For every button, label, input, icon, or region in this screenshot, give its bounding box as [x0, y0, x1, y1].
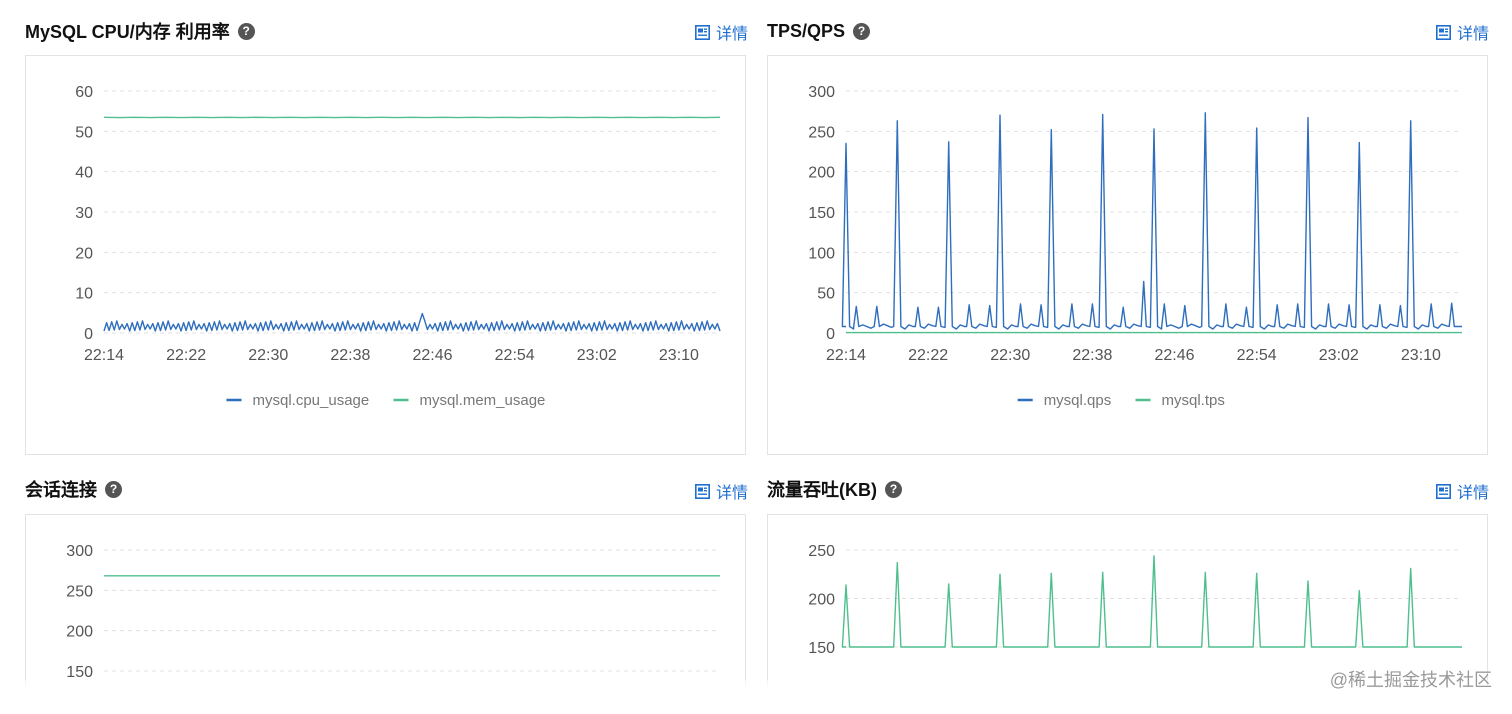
y-tick-label: 250	[66, 583, 93, 600]
y-tick-label: 50	[817, 286, 835, 303]
detail-link-label: 详情	[1457, 20, 1489, 44]
panel-header-sessions: 会话连接 ?	[25, 474, 122, 504]
y-tick-label: 150	[66, 664, 93, 681]
y-tick-label: 150	[808, 205, 835, 222]
help-icon[interactable]: ?	[238, 23, 255, 40]
legend: mysql.cpu_usage mysql.mem_usage	[227, 392, 546, 409]
panel-header-traffic: 流量吞吐(KB) ?	[767, 474, 902, 504]
tps-qps-chart: 0 50 100 150 200 250 300 22:14 22:22 22:30 22:38 22…	[768, 56, 1487, 454]
legend-label: mysql.tps	[1162, 392, 1225, 409]
y-tick-label: 200	[808, 165, 835, 182]
legend-item[interactable]: mysql.tps	[1136, 392, 1225, 409]
x-tick-label: 22:54	[495, 347, 535, 364]
detail-link-traffic[interactable]: 详情	[1436, 479, 1489, 503]
x-tick-label: 23:10	[659, 347, 699, 364]
legend-item[interactable]: mysql.qps	[1018, 392, 1112, 409]
y-tick-label: 60	[75, 84, 93, 101]
x-tick-label: 22:38	[1072, 347, 1112, 364]
y-tick-label: 50	[75, 124, 93, 141]
x-tick-label: 22:46	[413, 347, 453, 364]
panel-title: 会话连接	[25, 476, 97, 502]
x-tick-label: 22:38	[330, 347, 370, 364]
panel-header-tps-qps: TPS/QPS ?	[767, 16, 870, 46]
y-tick-label: 200	[808, 592, 835, 609]
bottom-fade	[0, 680, 1512, 708]
watermark: @稀土掘金技术社区	[1330, 666, 1492, 692]
legend-label: mysql.qps	[1044, 392, 1112, 409]
report-icon	[1436, 484, 1451, 499]
cpu-mem-chart: 0 10 20 30 40 50 60 22:14 22:22 22:30 22:38 22:46 22…	[26, 56, 745, 454]
series-line	[842, 556, 1462, 647]
x-tick-label: 22:30	[990, 347, 1030, 364]
y-tick-label: 30	[75, 205, 93, 222]
panel-title: 流量吞吐(KB)	[767, 476, 877, 502]
x-tick-label: 22:14	[826, 347, 866, 364]
y-tick-label: 100	[808, 245, 835, 262]
panel-title: TPS/QPS	[767, 21, 845, 42]
legend-label: mysql.cpu_usage	[253, 392, 370, 409]
help-icon[interactable]: ?	[885, 481, 902, 498]
report-icon	[695, 25, 710, 40]
report-icon	[1436, 25, 1451, 40]
report-icon	[695, 484, 710, 499]
y-tick-label: 20	[75, 245, 93, 262]
x-tick-label: 23:10	[1401, 347, 1441, 364]
y-tick-label: 150	[808, 640, 835, 657]
help-icon[interactable]: ?	[105, 481, 122, 498]
y-tick-label: 250	[808, 543, 835, 560]
y-tick-label: 300	[66, 543, 93, 560]
legend-item[interactable]: mysql.cpu_usage	[227, 392, 370, 409]
y-tick-label: 0	[84, 326, 93, 343]
x-tick-label: 23:02	[1319, 347, 1359, 364]
y-tick-label: 10	[75, 286, 93, 303]
x-tick-label: 22:54	[1237, 347, 1277, 364]
x-tick-label: 22:22	[908, 347, 948, 364]
x-tick-label: 22:22	[166, 347, 206, 364]
y-tick-label: 40	[75, 165, 93, 182]
detail-link-label: 详情	[716, 479, 748, 503]
help-icon[interactable]: ?	[853, 23, 870, 40]
x-tick-label: 22:30	[248, 347, 288, 364]
legend-label: mysql.mem_usage	[420, 392, 546, 409]
detail-link-label: 详情	[716, 20, 748, 44]
y-tick-label: 300	[808, 84, 835, 101]
detail-link-tps-qps[interactable]: 详情	[1436, 20, 1489, 44]
series-line	[104, 314, 720, 331]
y-tick-label: 0	[826, 326, 835, 343]
chart-card-sessions: 150 200 250 300	[25, 514, 746, 708]
x-tick-label: 22:46	[1155, 347, 1195, 364]
y-tick-label: 200	[66, 624, 93, 641]
detail-link-label: 详情	[1457, 479, 1489, 503]
series-line	[842, 113, 1462, 329]
chart-card-tps-qps: 0 50 100 150 200 250 300 22:14 22:22 22:30 22:38 22…	[767, 55, 1488, 455]
x-tick-label: 22:14	[84, 347, 124, 364]
y-tick-label: 250	[808, 124, 835, 141]
panel-title: MySQL CPU/内存 利用率	[25, 18, 230, 44]
x-tick-label: 23:02	[577, 347, 617, 364]
detail-link-cpu-mem[interactable]: 详情	[695, 20, 748, 44]
legend: mysql.qps mysql.tps	[1018, 392, 1225, 409]
chart-card-cpu-mem: 0 10 20 30 40 50 60 22:14 22:22 22:30 22:38 22:46 22…	[25, 55, 746, 455]
detail-link-sessions[interactable]: 详情	[695, 479, 748, 503]
legend-item[interactable]: mysql.mem_usage	[394, 392, 546, 409]
panel-header-cpu-mem: MySQL CPU/内存 利用率 ?	[25, 16, 255, 46]
